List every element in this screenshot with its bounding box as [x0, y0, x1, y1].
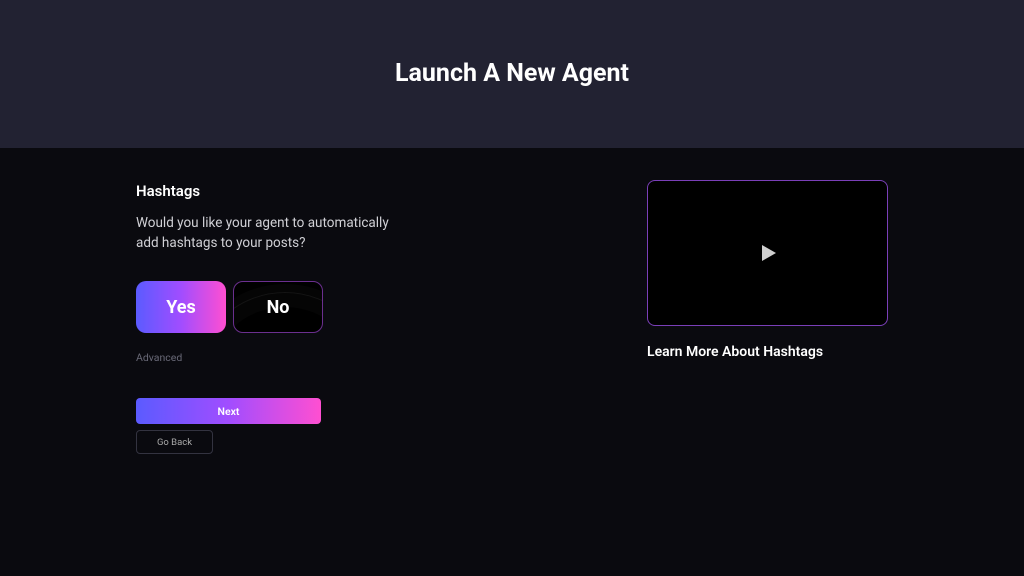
- right-column: Learn More About Hashtags: [647, 180, 888, 454]
- go-back-button-label: Go Back: [157, 437, 192, 448]
- next-button[interactable]: Next: [136, 398, 321, 424]
- toggle-group: Yes No: [136, 281, 512, 333]
- video-preview[interactable]: [647, 180, 888, 326]
- yes-button[interactable]: Yes: [136, 281, 226, 333]
- page-title: Launch A New Agent: [395, 59, 629, 88]
- yes-button-label: Yes: [166, 297, 196, 318]
- advanced-link[interactable]: Advanced: [136, 351, 512, 364]
- next-button-label: Next: [218, 405, 240, 418]
- header: Launch A New Agent: [0, 0, 1024, 148]
- video-caption: Learn More About Hashtags: [647, 344, 888, 360]
- go-back-button[interactable]: Go Back: [136, 430, 213, 454]
- left-column: Hashtags Would you like your agent to au…: [136, 180, 512, 454]
- no-button-label: No: [267, 297, 290, 318]
- content: Hashtags Would you like your agent to au…: [0, 148, 1024, 454]
- section-prompt: Would you like your agent to automatical…: [136, 214, 396, 253]
- no-button[interactable]: No: [233, 281, 323, 333]
- play-icon: [758, 243, 778, 263]
- section-title: Hashtags: [136, 182, 512, 200]
